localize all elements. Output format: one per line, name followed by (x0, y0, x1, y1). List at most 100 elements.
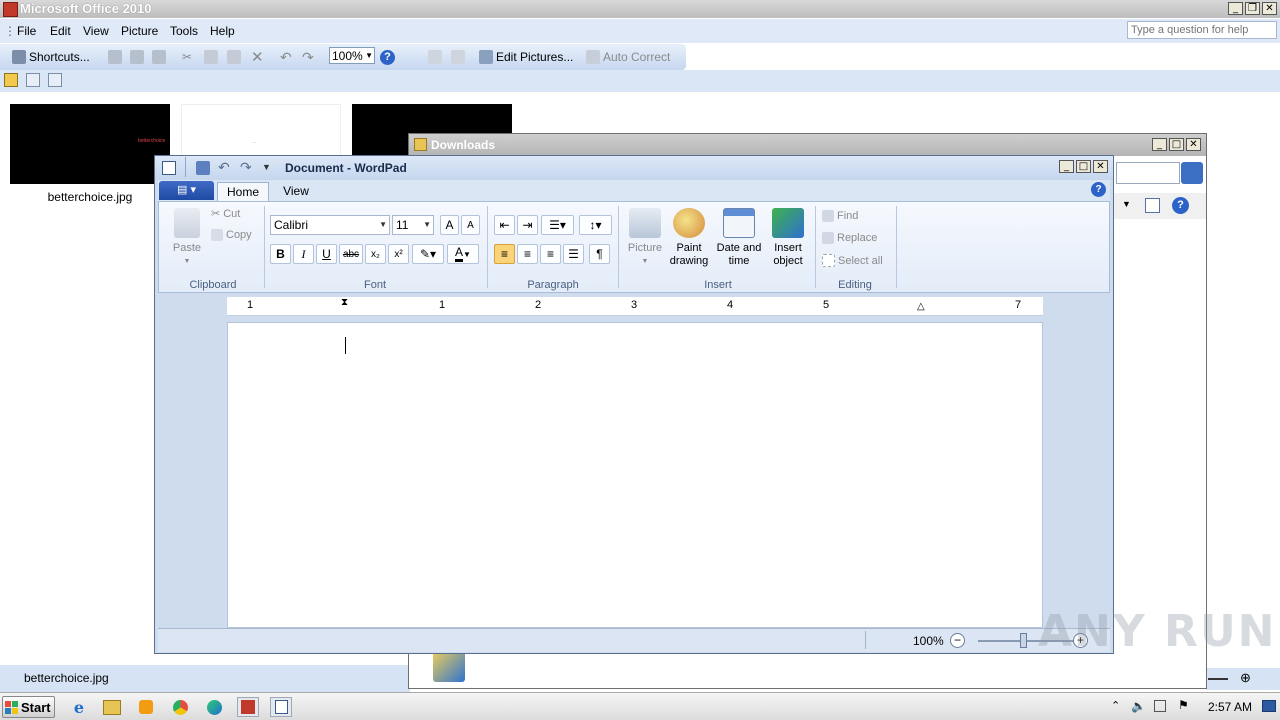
maximize-button[interactable]: □ (1076, 160, 1091, 173)
highlight-color-button[interactable]: ✎▾ (412, 244, 444, 264)
print-button[interactable] (130, 48, 144, 66)
insert-object-button[interactable]: Insert object (766, 208, 810, 268)
close-button[interactable]: ✕ (1262, 2, 1277, 15)
ie-icon[interactable]: e (68, 697, 90, 717)
replace-button[interactable]: Replace (822, 232, 877, 244)
menu-view[interactable]: View (83, 24, 109, 38)
wordpad-taskbar-icon[interactable] (270, 697, 292, 717)
find-button[interactable]: Find (822, 210, 858, 222)
document-page[interactable] (227, 322, 1043, 628)
maximize-button[interactable]: □ (1169, 138, 1184, 151)
bold-button[interactable]: B (270, 244, 291, 264)
minimize-button[interactable]: _ (1228, 2, 1243, 15)
undo-button[interactable]: ↶ (280, 48, 292, 66)
downloads-search-input[interactable] (1116, 162, 1180, 184)
help-search-input[interactable] (1128, 22, 1264, 38)
show-hidden-icons-icon[interactable]: ⌃ (1111, 699, 1120, 712)
align-right-button[interactable]: ≡ (540, 244, 561, 264)
chrome-icon[interactable] (169, 697, 191, 717)
edge-icon[interactable] (203, 697, 225, 717)
picture-manager-taskbar-icon[interactable] (237, 697, 259, 717)
restore-button[interactable]: ❐ (1245, 2, 1260, 15)
network-icon[interactable] (1154, 700, 1166, 712)
shrink-font-button[interactable]: A (461, 215, 480, 235)
help-button[interactable]: ? (380, 48, 395, 66)
cut-button[interactable]: ✂ (182, 48, 192, 66)
paste-button[interactable]: Paste ▼ (165, 208, 209, 268)
decrease-indent-button[interactable]: ⇤ (494, 215, 515, 235)
thumbnail-betterchoice[interactable]: betterchoice (10, 104, 170, 184)
redo-button[interactable]: ↷ (302, 48, 314, 66)
align-center-button[interactable]: ≡ (517, 244, 538, 264)
action-center-flag-icon[interactable]: ⚑ (1178, 698, 1189, 712)
close-button[interactable]: ✕ (1186, 138, 1201, 151)
application-menu-button[interactable]: ▤ ▾ (159, 181, 214, 200)
save-button[interactable] (108, 48, 122, 66)
downloads-folder-icon[interactable] (433, 650, 465, 682)
save-icon[interactable] (196, 161, 210, 175)
increase-indent-button[interactable]: ⇥ (517, 215, 538, 235)
search-icon[interactable] (1181, 162, 1203, 184)
help-search-box[interactable] (1127, 21, 1277, 39)
thumbnail-view-icon[interactable] (4, 73, 18, 87)
redo-icon[interactable]: ↷ (240, 159, 252, 176)
right-indent-marker[interactable]: △ (917, 301, 925, 312)
start-button[interactable]: Start (2, 696, 55, 718)
select-all-button[interactable]: Select all (822, 254, 883, 267)
show-desktop-icon[interactable] (1262, 700, 1276, 712)
qat-customize-icon[interactable]: ▼ (262, 162, 271, 172)
paste-button[interactable] (227, 48, 241, 66)
menu-help[interactable]: Help (210, 24, 235, 38)
ruler[interactable]: 1 1 2 3 4 5 7 ⧗ △ (227, 297, 1043, 316)
cut-button[interactable]: ✂ Cut (211, 207, 240, 221)
tab-home[interactable]: Home (217, 182, 269, 201)
date-and-time-button[interactable]: Date and time (714, 208, 764, 268)
filmstrip-view-icon[interactable] (26, 73, 40, 87)
left-indent-marker[interactable]: ⧗ (341, 297, 348, 308)
underline-button[interactable]: U (316, 244, 337, 264)
line-spacing-button[interactable]: ↕▾ (579, 215, 612, 235)
paint-drawing-button[interactable]: Paint drawing (667, 208, 711, 268)
subscript-button[interactable]: x₂ (365, 244, 386, 264)
align-left-button[interactable]: ≡ (494, 244, 515, 264)
bullets-button[interactable]: ☰▾ (541, 215, 574, 235)
zoom-out-icon[interactable]: − (950, 633, 965, 648)
delete-button[interactable]: ✕ (251, 48, 264, 66)
strikethrough-button[interactable]: abc (339, 244, 363, 264)
email-button[interactable] (152, 48, 166, 66)
justify-button[interactable]: ☰ (563, 244, 584, 264)
undo-icon[interactable]: ↶ (218, 159, 230, 176)
rotate-right-button[interactable] (451, 48, 465, 66)
media-player-icon[interactable] (135, 697, 157, 717)
copy-button[interactable] (204, 48, 218, 66)
single-picture-view-icon[interactable] (48, 73, 62, 87)
copy-button[interactable]: Copy (211, 229, 252, 241)
explorer-icon[interactable] (101, 697, 123, 717)
zoom-slider-thumb[interactable] (1020, 633, 1027, 648)
superscript-button[interactable]: x² (388, 244, 409, 264)
shortcuts-button[interactable]: Shortcuts... (12, 48, 90, 66)
italic-button[interactable]: I (293, 244, 314, 264)
zoom-slider-track[interactable] (1208, 678, 1228, 680)
grow-font-button[interactable]: A (440, 215, 459, 235)
menu-tools[interactable]: Tools (170, 24, 198, 38)
menu-file[interactable]: File (17, 24, 36, 38)
auto-correct-button[interactable]: Auto Correct (586, 48, 670, 66)
rotate-left-button[interactable] (428, 48, 442, 66)
menu-edit[interactable]: Edit (50, 24, 71, 38)
close-button[interactable]: ✕ (1093, 160, 1108, 173)
minimize-button[interactable]: _ (1152, 138, 1167, 151)
minimize-button[interactable]: _ (1059, 160, 1074, 173)
preview-pane-icon[interactable] (1145, 198, 1160, 213)
edit-pictures-button[interactable]: Edit Pictures... (479, 48, 573, 66)
zoom-in-icon[interactable]: ⊕ (1240, 670, 1251, 686)
help-icon[interactable]: ? (1091, 182, 1106, 197)
views-dropdown-icon[interactable]: ▼ (1122, 199, 1131, 209)
volume-icon[interactable]: 🔈 (1131, 699, 1146, 713)
font-color-button[interactable]: A ▼ (447, 244, 479, 264)
font-family-combo[interactable]: Calibri ▼ (270, 215, 390, 235)
help-icon[interactable]: ? (1172, 197, 1189, 214)
menu-picture[interactable]: Picture (121, 24, 158, 38)
zoom-combo[interactable]: 100% ▼ (329, 47, 375, 64)
tab-view[interactable]: View (271, 182, 321, 201)
